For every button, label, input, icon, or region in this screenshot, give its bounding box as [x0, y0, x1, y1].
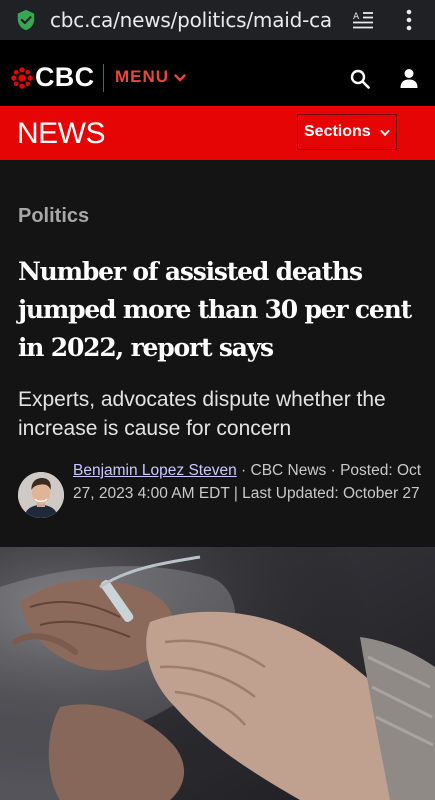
cbc-gem-icon[interactable] — [11, 67, 33, 89]
cbc-header: CBC MENU — [0, 40, 435, 106]
article-category[interactable]: Politics — [18, 205, 89, 228]
svg-text:A: A — [353, 12, 360, 22]
cbc-logo-text[interactable]: CBC — [35, 62, 94, 93]
byline-outlet: · CBC News · — [241, 462, 336, 479]
article-hero-image — [0, 547, 435, 800]
chevron-down-icon — [380, 130, 390, 137]
browser-url-bar: cbc.ca/news/politics/maid-ca A — [0, 0, 435, 40]
author-avatar[interactable] — [18, 472, 64, 518]
byline: Benjamin Lopez Steven · CBC News · Poste… — [73, 460, 423, 505]
chevron-down-icon[interactable] — [174, 73, 186, 83]
article-headline: Number of assisted deaths jumped more th… — [18, 257, 412, 362]
menu-button[interactable]: MENU — [115, 67, 169, 87]
search-icon[interactable] — [350, 69, 370, 89]
shield-check-icon — [17, 9, 35, 31]
author-link[interactable]: Benjamin Lopez Steven — [73, 462, 237, 479]
reader-mode-icon[interactable]: A — [352, 10, 374, 30]
article-subheadline: Experts, advocates dispute whether the i… — [18, 388, 386, 440]
user-icon[interactable] — [400, 68, 418, 88]
sections-button[interactable]: Sections — [297, 114, 397, 150]
url-field[interactable]: cbc.ca/news/politics/maid-ca — [50, 8, 340, 32]
news-section-bar: NEWS Sections — [0, 106, 435, 160]
kebab-menu-icon[interactable] — [398, 8, 420, 32]
header-divider — [103, 64, 104, 92]
news-title[interactable]: NEWS — [17, 117, 106, 151]
sections-label: Sections — [304, 123, 371, 140]
